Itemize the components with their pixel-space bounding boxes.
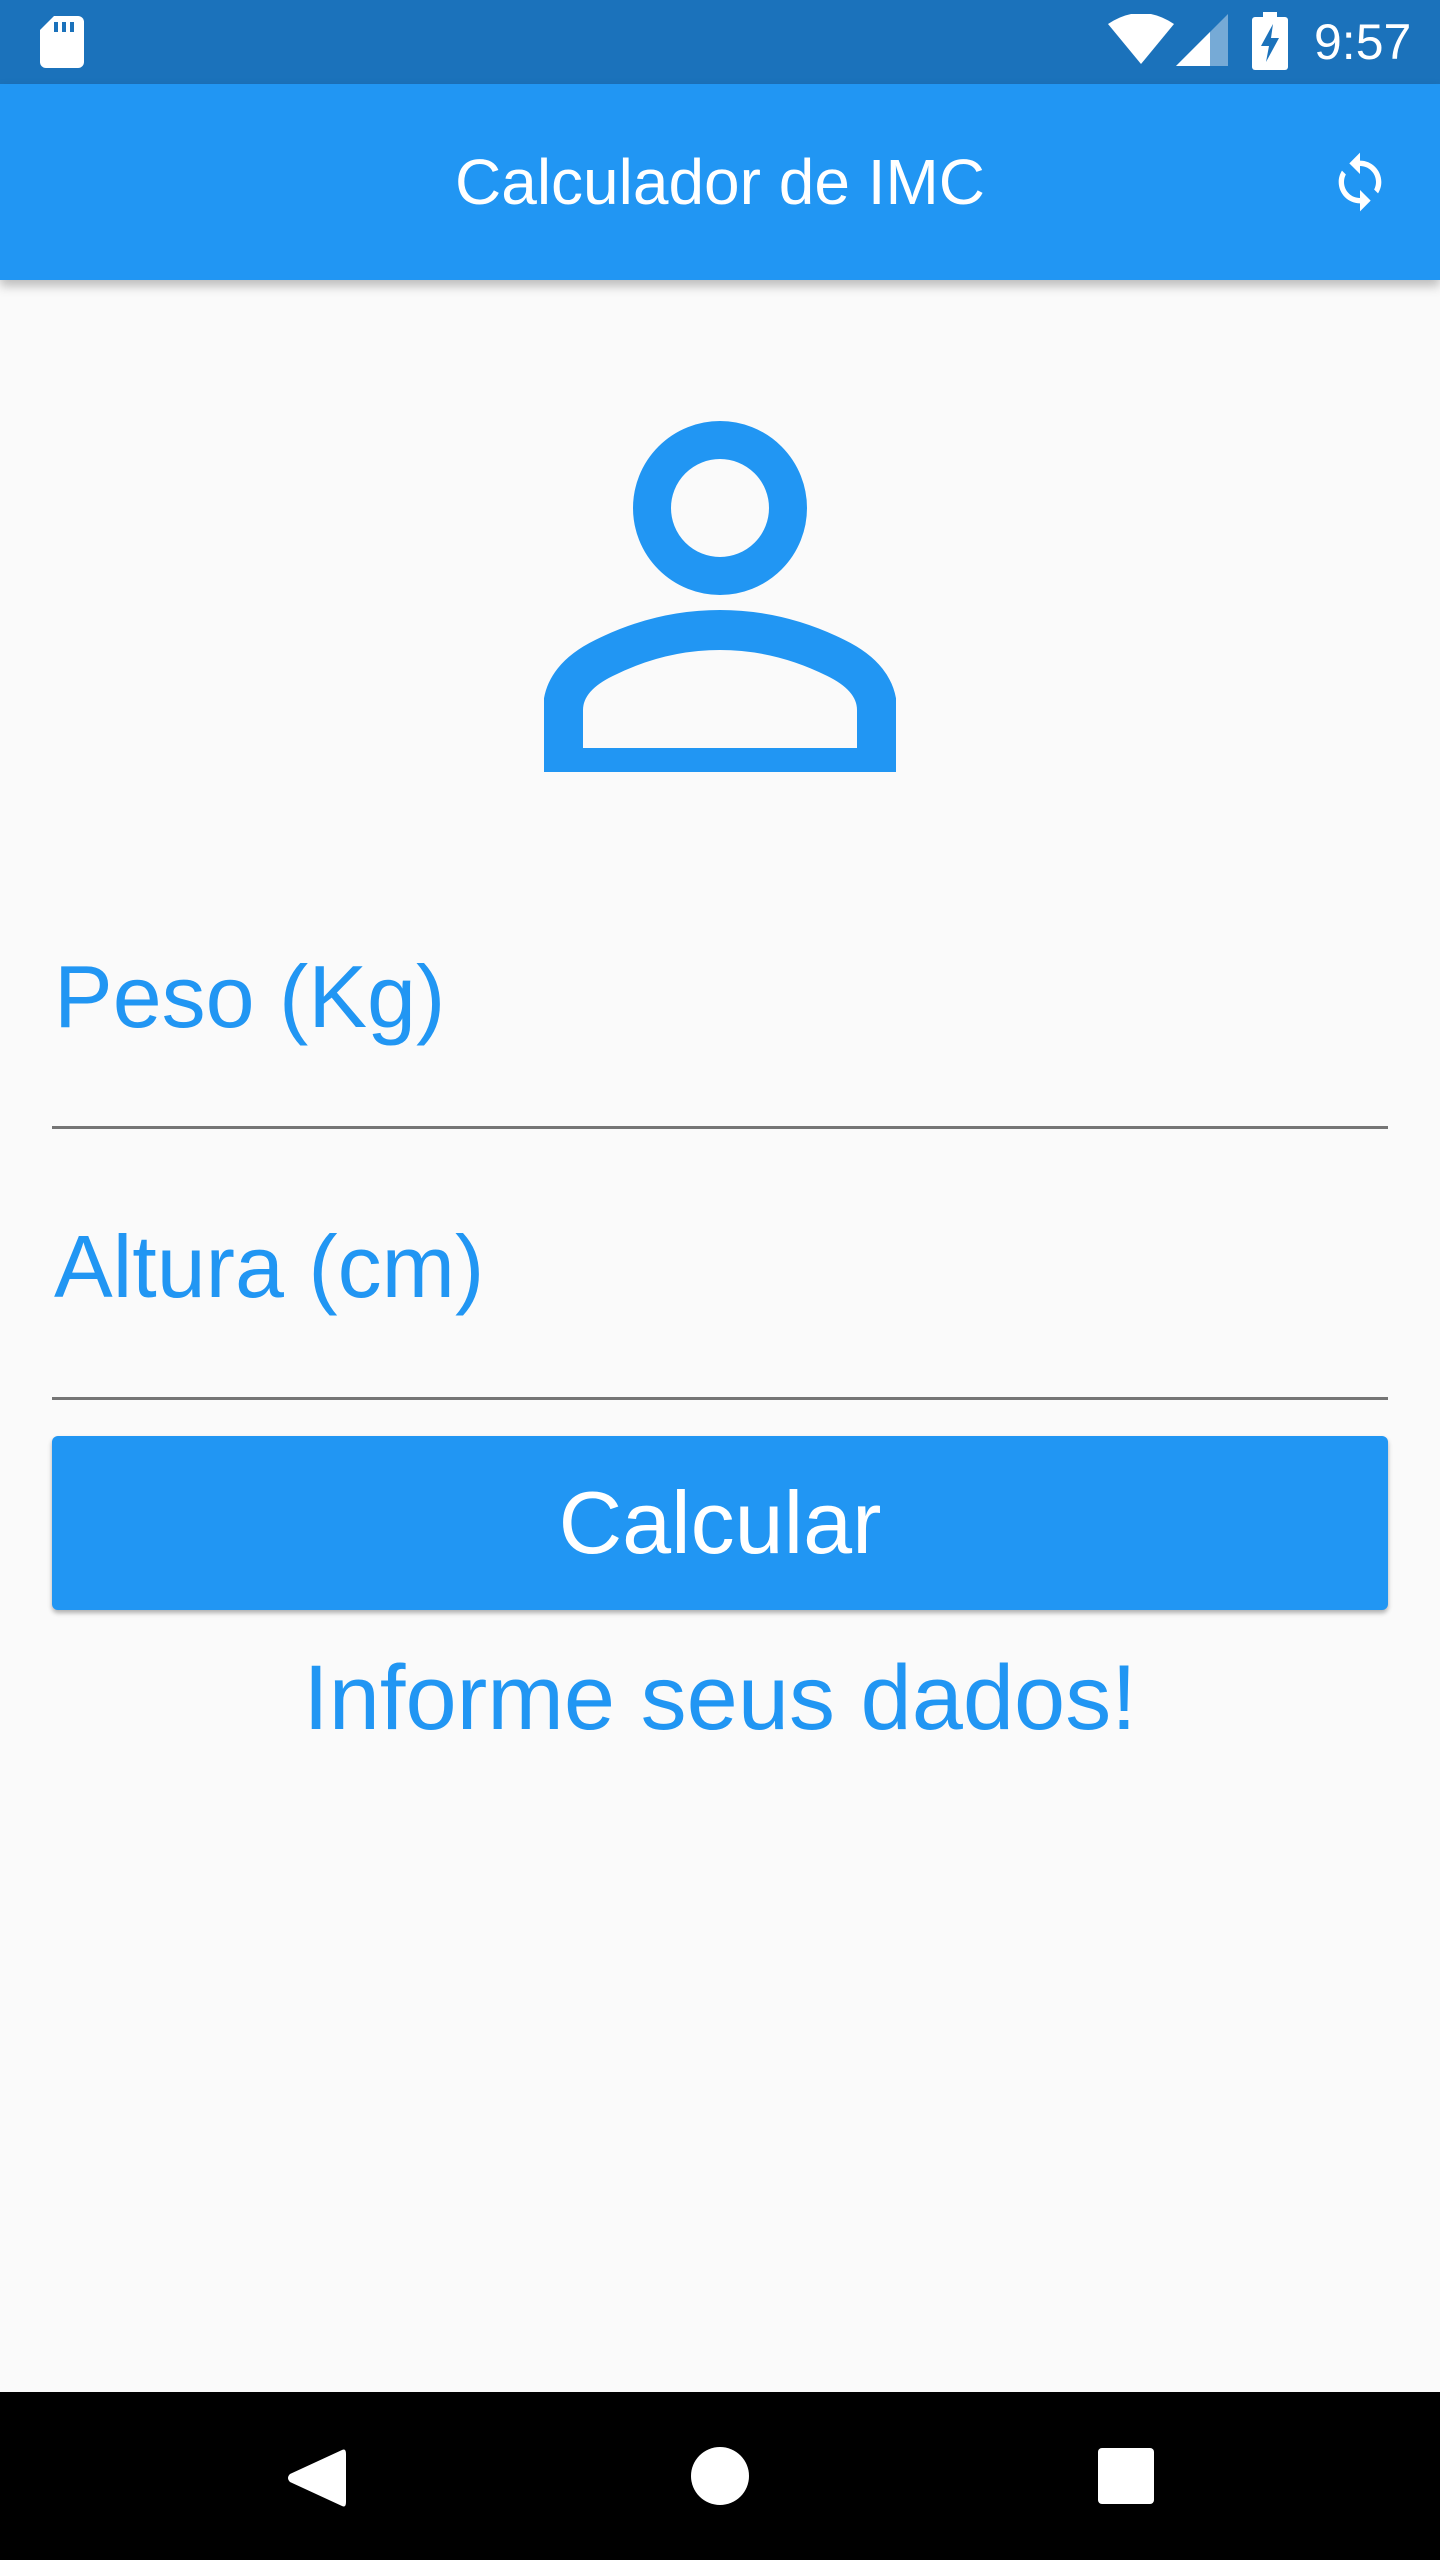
weight-field[interactable]: Peso (Kg): [52, 910, 1392, 1134]
weight-underline: [52, 1126, 1388, 1129]
wifi-icon: [1108, 14, 1174, 64]
weight-input[interactable]: [52, 910, 1392, 1134]
height-underline: [52, 1397, 1388, 1400]
sd-card-icon: [40, 16, 84, 68]
cell-signal-icon: [1176, 14, 1228, 66]
refresh-icon: [1338, 152, 1382, 212]
height-input[interactable]: [52, 1180, 1392, 1404]
height-field[interactable]: Altura (cm): [52, 1180, 1392, 1404]
app-title: Calculador de IMC: [455, 146, 985, 218]
back-icon[interactable]: [286, 2446, 346, 2510]
person-outline-icon: [544, 421, 896, 772]
battery-charging-icon: [1252, 12, 1288, 70]
info-text: Informe seus dados!: [303, 1647, 1137, 1749]
status-bar: 9:57: [0, 0, 1440, 84]
recents-icon[interactable]: [1098, 2448, 1154, 2504]
navigation-bar: [0, 2392, 1440, 2560]
home-icon[interactable]: [690, 2446, 750, 2506]
app-screen: 9:57 Calculador de IMC Peso (Kg) Altura …: [0, 0, 1440, 2560]
refresh-button[interactable]: [1310, 132, 1410, 232]
status-time: 9:57: [1314, 14, 1412, 70]
calculate-button[interactable]: Calcular: [52, 1436, 1388, 1610]
app-bar: Calculador de IMC: [0, 84, 1440, 280]
